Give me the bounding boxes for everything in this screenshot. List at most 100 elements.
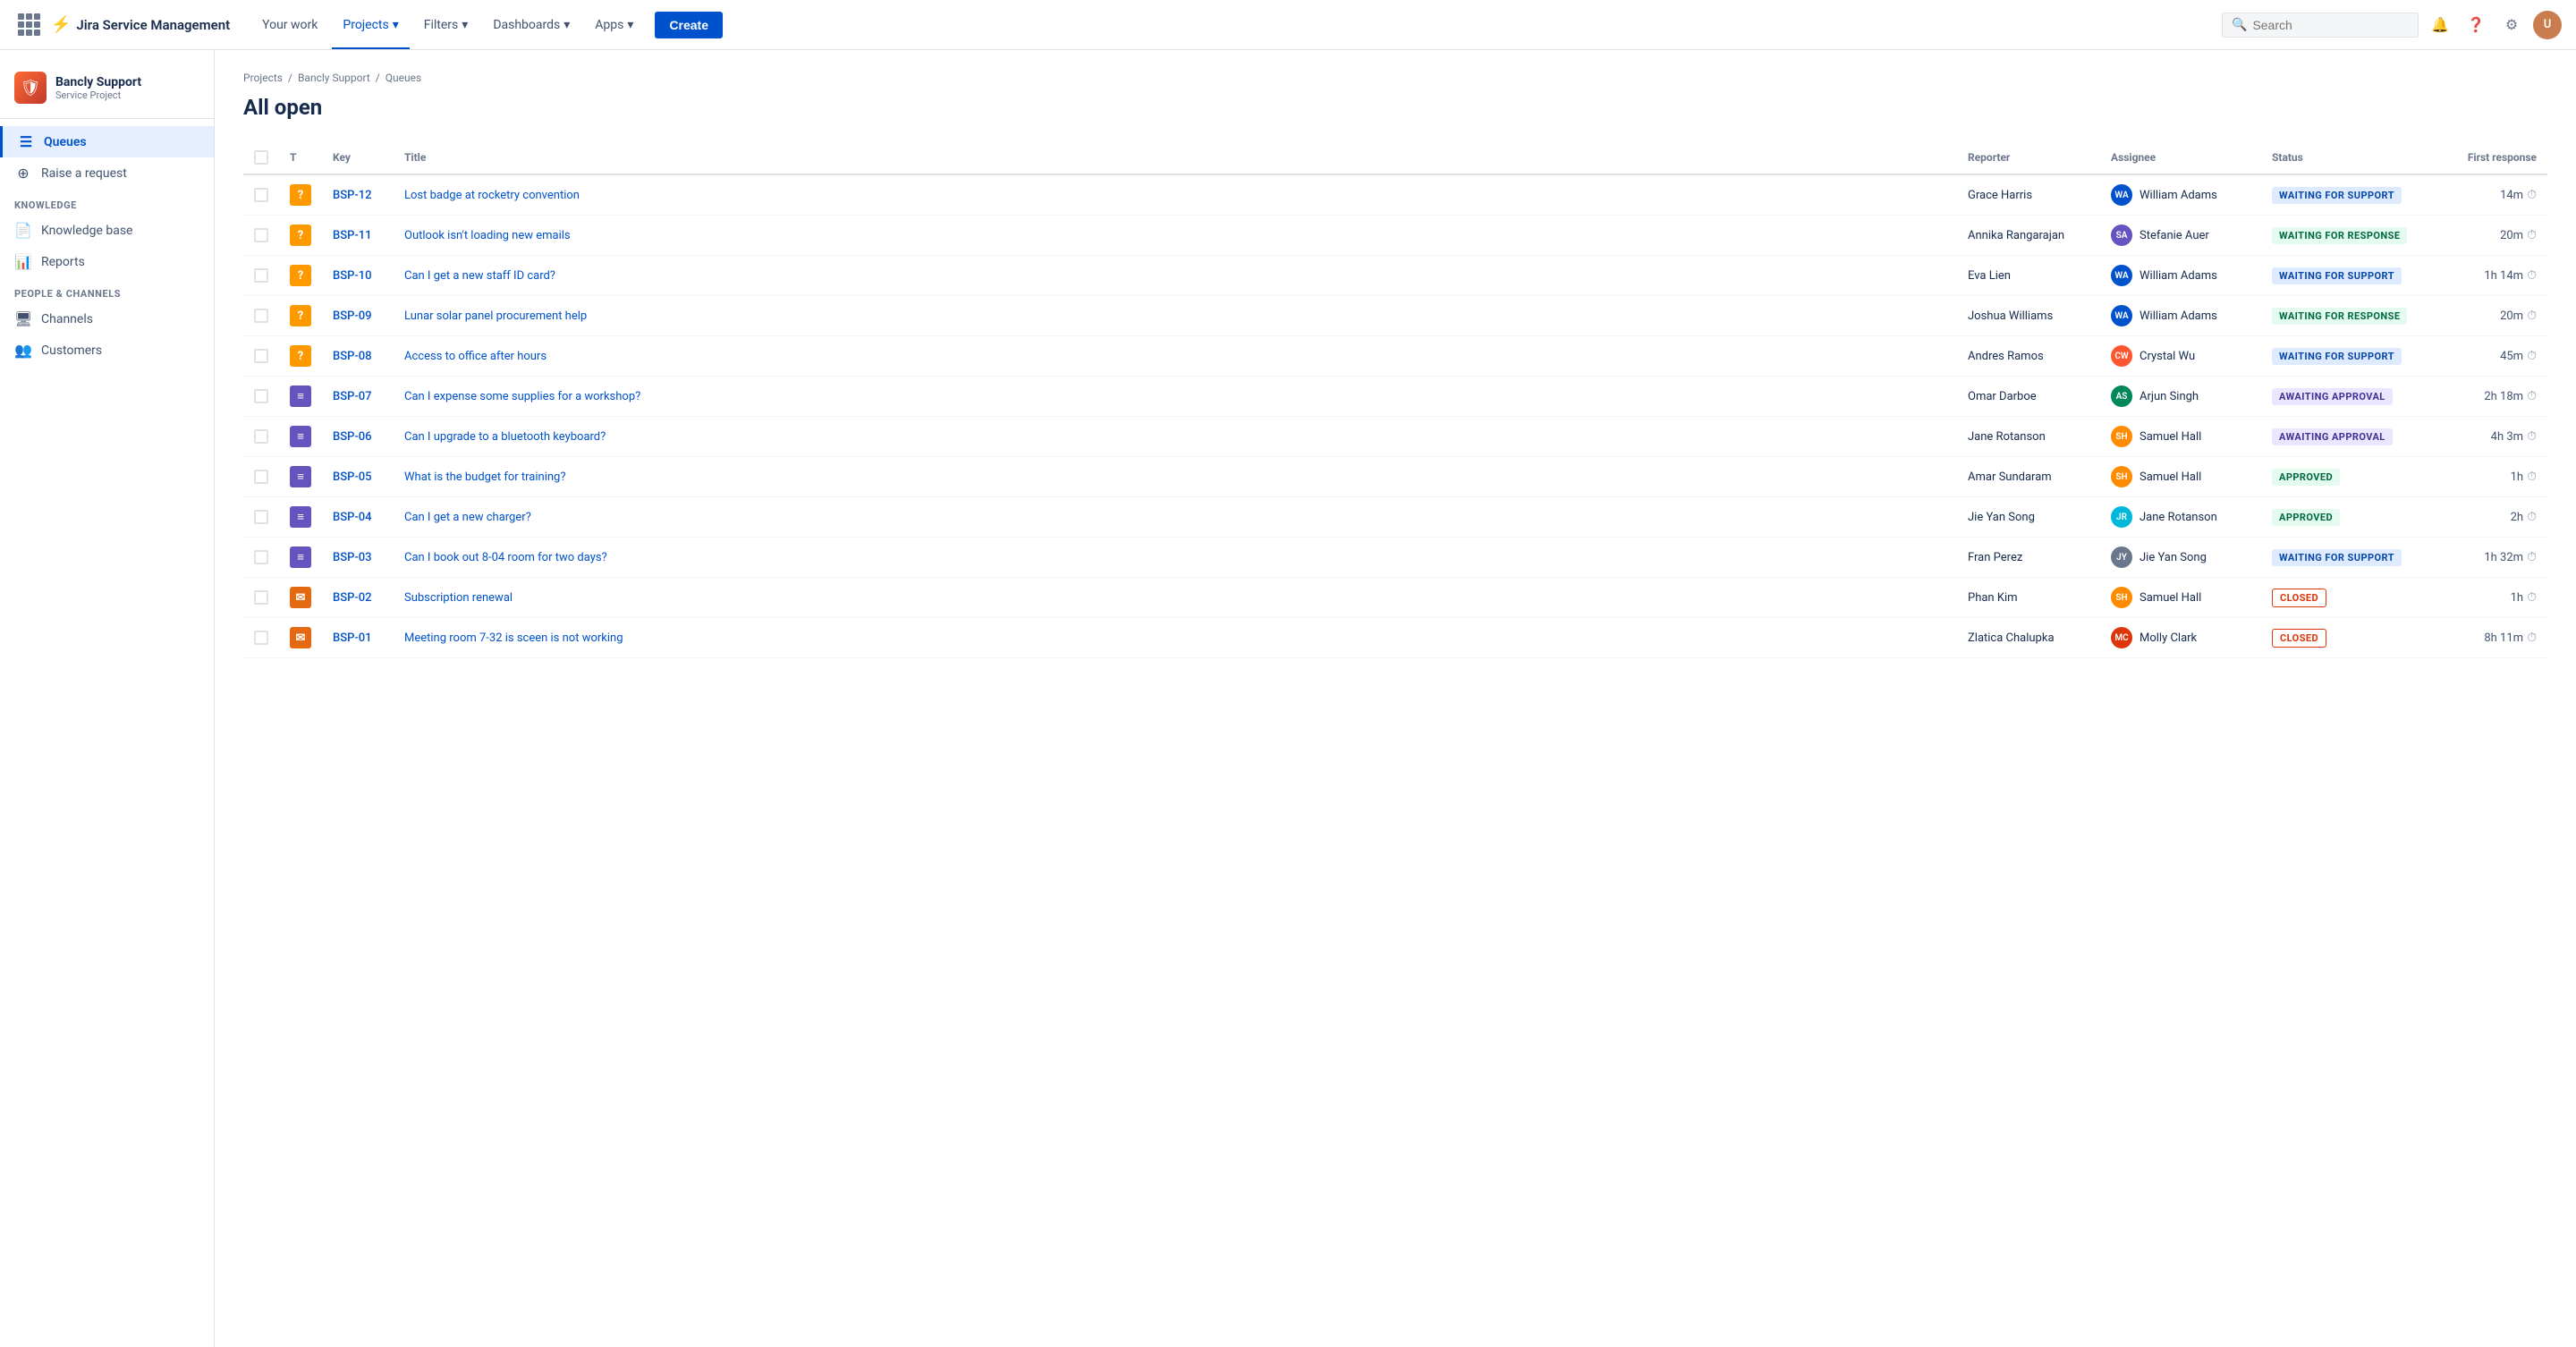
brand-name: Jira Service Management (76, 17, 230, 33)
issue-title[interactable]: Outlook isn't loading new emails (394, 216, 1957, 256)
issue-key[interactable]: BSP-07 (333, 390, 372, 403)
assignee-name: Jie Yan Song (2140, 551, 2207, 564)
row-checkbox[interactable] (254, 550, 268, 564)
issue-key[interactable]: BSP-01 (333, 631, 372, 645)
issue-title[interactable]: Can I get a new charger? (394, 497, 1957, 538)
issue-title[interactable]: What is the budget for training? (394, 457, 1957, 497)
issue-reporter: Grace Harris (1957, 174, 2100, 216)
nav-dashboards[interactable]: Dashboards ▾ (482, 13, 580, 38)
row-checkbox[interactable] (254, 389, 268, 403)
assignee-avatar: JR (2111, 506, 2132, 528)
notifications-button[interactable]: 🔔 (2426, 11, 2454, 39)
project-icon: 🛡 (14, 72, 47, 104)
row-checkbox[interactable] (254, 188, 268, 202)
sidebar-item-knowledge-base[interactable]: 📄 Knowledge base (0, 215, 214, 246)
row-checkbox[interactable] (254, 631, 268, 645)
issue-key[interactable]: BSP-11 (333, 229, 372, 242)
assignee-avatar: SH (2111, 426, 2132, 447)
row-checkbox[interactable] (254, 470, 268, 484)
page-title: All open (243, 95, 2547, 120)
status-badge: APPROVED (2272, 469, 2340, 486)
clock-icon: ⏱ (2527, 510, 2537, 524)
clock-icon: ⏱ (2527, 550, 2537, 564)
first-response-cell: 4h 3m ⏱ (2451, 429, 2537, 444)
assignee-name: Stefanie Auer (2140, 229, 2209, 242)
first-response-cell: 1h ⏱ (2451, 590, 2537, 605)
nav-projects[interactable]: Projects ▾ (332, 13, 409, 38)
clock-icon: ⏱ (2527, 268, 2537, 283)
issue-assignee: SA Stefanie Auer (2111, 224, 2250, 246)
sidebar-item-raise-request[interactable]: ⊕ Raise a request (0, 157, 214, 189)
queues-icon: ☰ (17, 133, 35, 150)
first-response-value: 8h 11m (2484, 631, 2523, 645)
brand-link[interactable]: ⚡ Jira Service Management (51, 15, 230, 34)
nav-apps[interactable]: Apps ▾ (584, 13, 644, 38)
search-input[interactable] (2252, 18, 2409, 32)
row-checkbox[interactable] (254, 510, 268, 524)
issue-key[interactable]: BSP-09 (333, 309, 372, 323)
type-icon: ? (290, 305, 311, 326)
issue-title[interactable]: Access to office after hours (394, 336, 1957, 377)
issue-key[interactable]: BSP-03 (333, 551, 372, 564)
issue-title[interactable]: Can I get a new staff ID card? (394, 256, 1957, 296)
user-avatar[interactable]: U (2533, 11, 2562, 39)
sidebar-item-channels[interactable]: 🖥 Channels (0, 303, 214, 335)
issue-assignee: JY Jie Yan Song (2111, 546, 2250, 568)
knowledge-section-header: KNOWLEDGE (0, 189, 214, 215)
issue-title[interactable]: Lunar solar panel procurement help (394, 296, 1957, 336)
issue-title[interactable]: Subscription renewal (394, 578, 1957, 618)
issue-title[interactable]: Can I book out 8-04 room for two days? (394, 538, 1957, 578)
status-badge: WAITING FOR SUPPORT (2272, 267, 2402, 284)
create-button[interactable]: Create (655, 12, 723, 38)
table-row: ≡ BSP-06 Can I upgrade to a bluetooth ke… (243, 417, 2547, 457)
type-icon: ? (290, 184, 311, 206)
assignee-avatar: SH (2111, 587, 2132, 608)
issue-title[interactable]: Can I upgrade to a bluetooth keyboard? (394, 417, 1957, 457)
apps-grid-icon[interactable] (14, 10, 44, 39)
issue-key[interactable]: BSP-08 (333, 350, 372, 363)
issue-title[interactable]: Can I expense some supplies for a worksh… (394, 377, 1957, 417)
issue-key[interactable]: BSP-02 (333, 591, 372, 605)
issue-title[interactable]: Meeting room 7-32 is sceen is not workin… (394, 618, 1957, 658)
sidebar-item-label: Customers (41, 343, 102, 358)
issues-table: T Key Title Reporter Assignee Status Fir… (243, 141, 2547, 658)
issue-key[interactable]: BSP-12 (333, 189, 372, 202)
row-checkbox[interactable] (254, 309, 268, 323)
issues-table-wrap: T Key Title Reporter Assignee Status Fir… (243, 141, 2547, 658)
main-content: Projects / Bancly Support / Queues All o… (215, 50, 2576, 1347)
issue-reporter: Eva Lien (1957, 256, 2100, 296)
issue-title[interactable]: Lost badge at rocketry convention (394, 174, 1957, 216)
search-box[interactable]: 🔍 (2222, 13, 2419, 38)
breadcrumb-bancly-support[interactable]: Bancly Support (298, 72, 370, 84)
col-header-key: Key (322, 141, 394, 174)
sidebar-item-queues[interactable]: ☰ Queues (0, 126, 214, 157)
issue-key[interactable]: BSP-04 (333, 511, 372, 524)
assignee-name: William Adams (2140, 189, 2217, 202)
nav-filters[interactable]: Filters ▾ (413, 13, 479, 38)
clock-icon: ⏱ (2527, 349, 2537, 363)
col-header-t: T (279, 141, 322, 174)
issue-key[interactable]: BSP-06 (333, 430, 372, 444)
help-button[interactable]: ❓ (2462, 11, 2490, 39)
sidebar-item-customers[interactable]: 👥 Customers (0, 335, 214, 366)
row-checkbox[interactable] (254, 590, 268, 605)
row-checkbox[interactable] (254, 349, 268, 363)
sidebar: 🛡 Bancly Support Service Project ☰ Queue… (0, 50, 215, 1347)
breadcrumb-queues[interactable]: Queues (386, 72, 421, 84)
sidebar-item-reports[interactable]: 📊 Reports (0, 246, 214, 277)
issue-assignee: CW Crystal Wu (2111, 345, 2250, 367)
chevron-down-icon: ▾ (393, 18, 399, 32)
assignee-avatar: SH (2111, 466, 2132, 487)
breadcrumb-projects[interactable]: Projects (243, 72, 283, 84)
topnav-right: 🔍 🔔 ❓ ⚙ U (2222, 11, 2562, 39)
select-all-checkbox[interactable] (254, 150, 268, 165)
assignee-name: Arjun Singh (2140, 390, 2199, 403)
settings-button[interactable]: ⚙ (2497, 11, 2526, 39)
row-checkbox[interactable] (254, 268, 268, 283)
row-checkbox[interactable] (254, 228, 268, 242)
issue-key[interactable]: BSP-10 (333, 269, 372, 283)
first-response-cell: 1h 32m ⏱ (2451, 550, 2537, 564)
row-checkbox[interactable] (254, 429, 268, 444)
nav-your-work[interactable]: Your work (251, 13, 328, 38)
issue-key[interactable]: BSP-05 (333, 470, 372, 484)
